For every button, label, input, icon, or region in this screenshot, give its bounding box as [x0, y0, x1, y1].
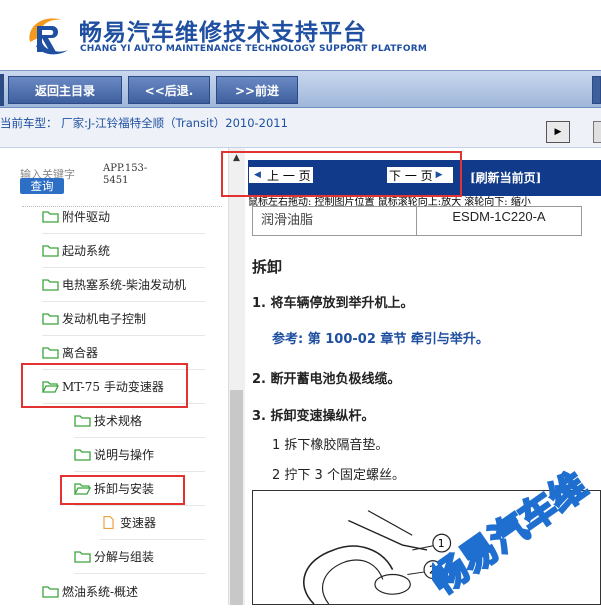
highlight-box	[21, 363, 188, 408]
forward-button[interactable]: >>前进	[216, 76, 298, 104]
folder-icon	[42, 245, 59, 257]
folder-icon	[42, 585, 59, 598]
logo-icon	[29, 18, 68, 55]
folder-icon	[42, 313, 59, 325]
tree-item-document[interactable]: 变速器	[100, 506, 205, 540]
spec-code: ESDM-1C220-A	[452, 209, 546, 224]
tree-item[interactable]: 发动机电子控制	[42, 302, 205, 336]
folder-icon	[74, 449, 91, 461]
search-button[interactable]: 查询	[20, 178, 64, 194]
brand-title: 畅易汽车维修技术支持平台	[79, 20, 367, 46]
highlight-box	[221, 151, 462, 197]
refresh-page-link[interactable]: [刷新当前页]	[470, 169, 541, 186]
step-text: 2. 断开蓄电池负极线缆。	[252, 372, 401, 387]
folder-icon	[42, 279, 59, 291]
section-title: 拆卸	[252, 258, 283, 276]
panel-edge[interactable]	[593, 121, 601, 143]
current-vehicle: 当前车型： 厂家:J-江铃福特全顺（Transit）2010-2011	[0, 116, 288, 130]
folder-icon	[42, 211, 59, 223]
home-button[interactable]: 返回主目录	[8, 76, 122, 104]
tree-item-label: 起动系统	[62, 244, 111, 258]
callout-2: 2	[429, 564, 436, 577]
substep-text: 1 拆下橡胶隔音垫。	[272, 438, 389, 453]
app-code: APP.153-5451	[103, 163, 148, 186]
tree-item[interactable]: 说明与操作	[74, 438, 205, 472]
folder-icon	[42, 347, 59, 359]
spec-table-row: 润滑油脂 ESDM-1C220-A	[252, 206, 582, 236]
tree-item-label: 变速器	[120, 516, 157, 530]
brand-subtitle: CHANG YI AUTO MAINTENANCE TECHNOLOGY SUP…	[80, 44, 428, 54]
step-text: 1. 将车辆停放到举升机上。	[252, 296, 414, 311]
tree-item-label: 电热塞系统-柴油发动机	[62, 278, 187, 292]
scrollbar-thumb[interactable]	[230, 390, 243, 605]
document-panel: ◀ 上 一 页 下 一 页 ▶ [刷新当前页] 鼠标左右拖动: 控制图片位置 鼠…	[245, 148, 601, 605]
nav-edge	[0, 74, 4, 106]
folder-icon	[74, 415, 91, 427]
nav-overflow-button[interactable]	[592, 76, 601, 104]
tree-item[interactable]: 起动系统	[42, 234, 205, 268]
spec-name: 润滑油脂	[253, 207, 417, 235]
tree-item[interactable]: 电热塞系统-柴油发动机	[42, 268, 205, 302]
highlight-box	[60, 475, 185, 505]
tree-item[interactable]: 分解与组装	[74, 540, 205, 574]
tree-item[interactable]: 附件驱动	[42, 200, 205, 234]
tree-item[interactable]: 技术规格	[74, 404, 205, 438]
play-icon: ▶	[554, 127, 562, 137]
substep-text: 2 拧下 3 个固定螺丝。	[272, 468, 405, 483]
callout-1: 1	[438, 537, 445, 550]
tree-item-label: 附件驱动	[62, 210, 111, 224]
vehicle-bar: 当前车型： 厂家:J-江铃福特全顺（Transit）2010-2011 ▶	[0, 108, 601, 148]
app-header: 畅易汽车维修技术支持平台 CHANG YI AUTO MAINTENANCE T…	[0, 0, 601, 70]
tree-item[interactable]: 燃油系统-概述	[42, 574, 205, 608]
step-text: 3. 拆卸变速操纵杆。	[252, 409, 375, 424]
tree-item-label: 燃油系统-概述	[62, 584, 139, 599]
folder-icon	[74, 551, 91, 563]
back-button[interactable]: <<后退.	[128, 76, 210, 104]
tree-item-label: 分解与组装	[94, 550, 155, 564]
toggle-panel-button[interactable]: ▶	[546, 121, 570, 143]
tree-item-label: 离合器	[62, 346, 99, 360]
tree-item-label: 发动机电子控制	[62, 312, 147, 326]
nav-bar: 返回主目录 <<后退. >>前进	[0, 70, 601, 108]
tree-item-label: 说明与操作	[94, 448, 155, 462]
tree-item-label: 技术规格	[94, 414, 143, 428]
reference-link[interactable]: 参考: 第 100-02 章节 牵引与举升。	[272, 328, 489, 347]
document-icon	[103, 516, 114, 529]
diagram-figure[interactable]: 1 2	[252, 490, 601, 605]
